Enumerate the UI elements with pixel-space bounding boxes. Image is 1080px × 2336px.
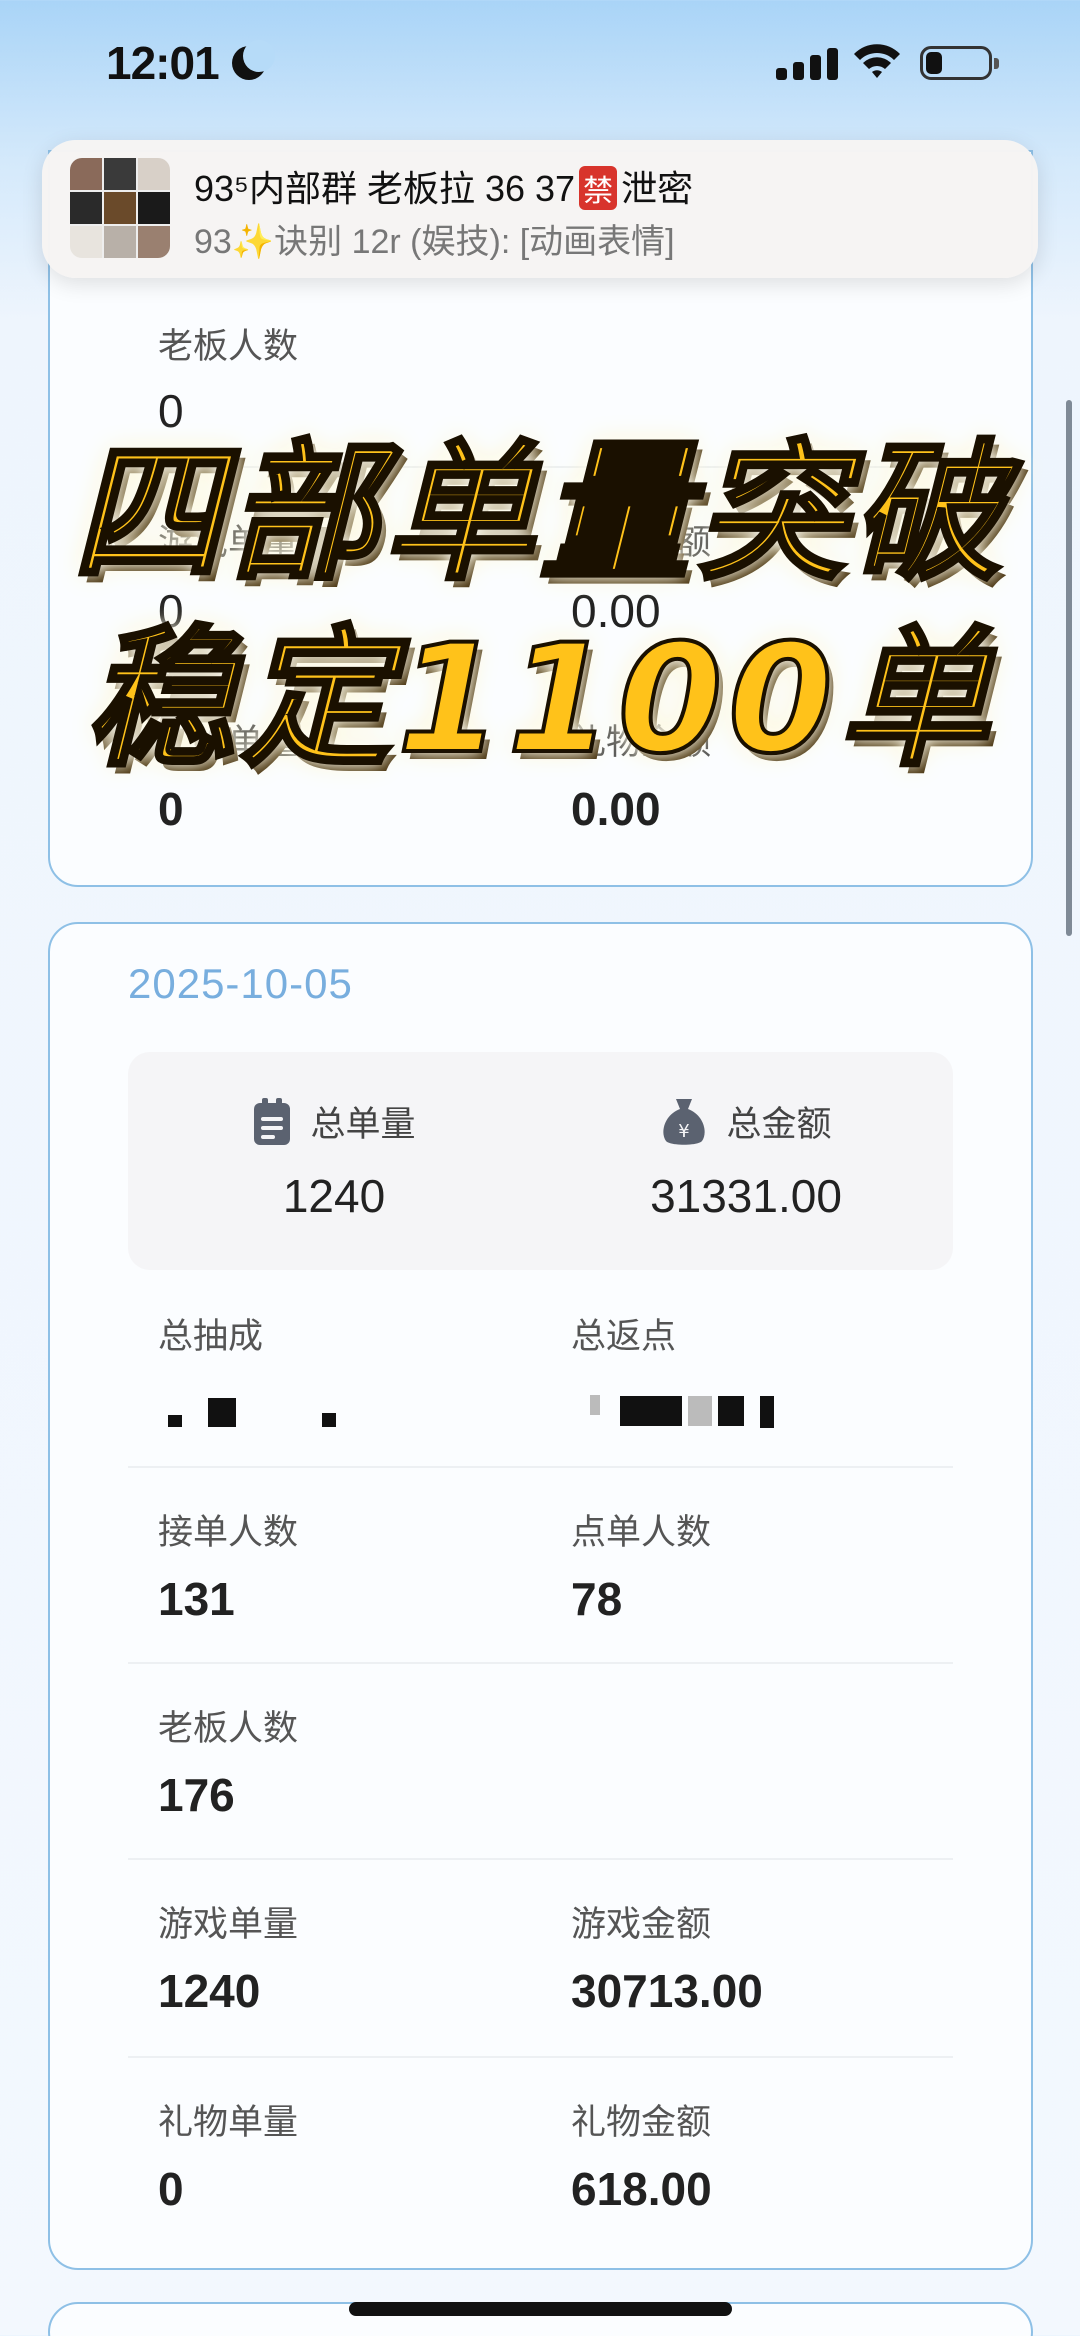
boss-count-label: 老板人数 xyxy=(158,327,299,366)
game-amount-value: 30713.00 xyxy=(571,1965,763,2017)
game-orders-value: 1240 xyxy=(158,1965,261,2017)
clipboard-icon xyxy=(254,1097,291,1145)
total-amount-value: 31331.00 xyxy=(650,1170,842,1222)
notification-title: 93⁵内部群 老板拉 36 37 禁泄密 xyxy=(194,160,693,212)
commission-label: 总抽成 xyxy=(158,1317,264,1356)
total-amount-label: 总金额 xyxy=(726,1105,832,1144)
gift-orders-value: 0 xyxy=(158,2163,184,2215)
total-orders-value: 1240 xyxy=(282,1170,386,1222)
cellular-signal-icon xyxy=(776,46,838,80)
orderers-label: 点单人数 xyxy=(571,1513,712,1552)
divider xyxy=(128,1662,953,1664)
promo-subheadline: 稳定1100单 xyxy=(83,611,995,789)
boss-count-value: 176 xyxy=(158,1769,235,1821)
total-orders-label: 总单量 xyxy=(310,1105,416,1144)
boss-count-label: 老板人数 xyxy=(158,1709,299,1748)
forbidden-badge: 禁 xyxy=(579,166,618,210)
moon-icon xyxy=(232,40,275,80)
notification-title-text: 93⁵内部群 老板拉 36 37 xyxy=(194,168,576,209)
divider xyxy=(128,1466,953,1468)
group-avatar xyxy=(70,158,170,258)
notification-message: 93✨诀别 12r (娱技): [动画表情] xyxy=(194,223,675,261)
gift-orders-label: 礼物单量 xyxy=(158,2103,299,2142)
takers-label: 接单人数 xyxy=(158,1513,299,1552)
money-bag-icon: ¥ xyxy=(663,1098,706,1145)
game-orders-label: 游戏单量 xyxy=(158,1905,299,1944)
gift-amount-label: 礼物金额 xyxy=(571,2103,712,2142)
total-amount-cell: ¥ 总金额 31331.00 xyxy=(540,1096,952,1223)
card-date: 2025-10-05 xyxy=(128,960,353,1007)
divider xyxy=(128,1858,953,1860)
game-amount-label: 游戏金额 xyxy=(571,1905,712,1944)
battery-icon xyxy=(920,46,999,80)
home-indicator[interactable] xyxy=(349,2302,732,2316)
scrollbar[interactable] xyxy=(1066,400,1072,936)
promo-headline: 四部单量突破 xyxy=(70,425,1008,603)
takers-value: 131 xyxy=(158,1573,235,1625)
total-orders-cell: 总单量 1240 xyxy=(128,1096,540,1223)
summary-panel: 总单量 1240 ¥ 总金额 31331.00 xyxy=(128,1052,953,1270)
orderers-value: 78 xyxy=(571,1573,623,1625)
wifi-icon xyxy=(854,44,900,78)
rebate-label: 总返点 xyxy=(571,1317,677,1356)
notification-title-suffix: 泄密 xyxy=(621,168,694,209)
gift-amount-value: 618.00 xyxy=(571,2163,712,2215)
status-time: 12:01 xyxy=(106,37,220,89)
notification-banner[interactable]: 93⁵内部群 老板拉 36 37 禁泄密 93✨诀别 12r (娱技): [动画表… xyxy=(42,140,1038,278)
svg-text:¥: ¥ xyxy=(679,1121,690,1142)
divider xyxy=(128,2056,953,2058)
